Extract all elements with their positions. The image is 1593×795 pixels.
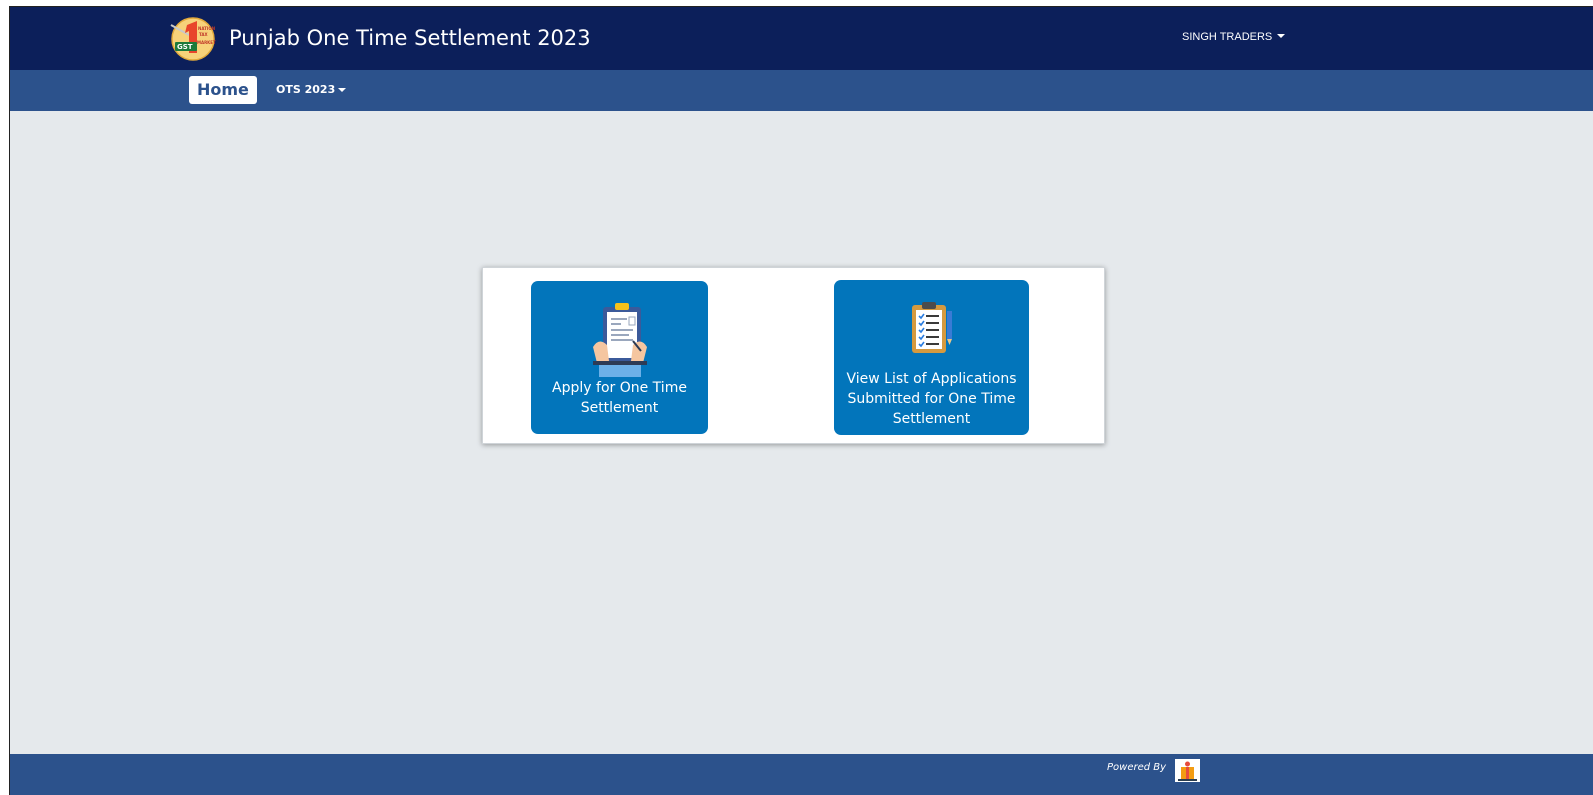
gst-one-nation-logo-icon: GST NATION TAX MARKET — [170, 17, 216, 61]
nav-home-button[interactable]: Home — [189, 76, 257, 104]
user-menu-dropdown[interactable]: SINGH TRADERS — [1182, 31, 1286, 43]
clipboard-hands-icon — [592, 303, 647, 377]
view-applications-tile[interactable]: View List of Applications Submitted for … — [834, 280, 1029, 435]
caret-down-icon — [1277, 34, 1286, 38]
caret-down-icon — [338, 88, 347, 92]
apply-ots-label: Apply for One Time Settlement — [552, 380, 687, 416]
app-title: Punjab One Time Settlement 2023 — [229, 26, 591, 50]
svg-text:TAX: TAX — [199, 32, 208, 37]
checklist-clipboard-icon — [911, 302, 952, 353]
svg-text:GST: GST — [177, 43, 193, 51]
app-window: GST NATION TAX MARKET Punjab One Time Se… — [9, 6, 1593, 795]
nav-ots-label: OTS 2023 — [276, 83, 336, 96]
svg-text:MARKET: MARKET — [197, 40, 216, 45]
view-applications-label: View List of Applications Submitted for … — [846, 371, 1017, 427]
user-name: SINGH TRADERS — [1182, 31, 1273, 43]
svg-text:NATION: NATION — [198, 26, 215, 31]
top-header: GST NATION TAX MARKET Punjab One Time Se… — [10, 7, 1593, 70]
nic-logo-icon — [1175, 759, 1200, 782]
nav-ots-dropdown[interactable]: OTS 2023 — [276, 83, 347, 96]
main-nav: Home OTS 2023 — [10, 70, 1593, 111]
apply-ots-tile[interactable]: Apply for One Time Settlement — [531, 281, 708, 434]
footer: Powered By — [10, 754, 1593, 795]
powered-by-text: Powered By — [1107, 762, 1167, 773]
actions-panel: Apply for One Time Settlement View List … — [482, 267, 1105, 444]
